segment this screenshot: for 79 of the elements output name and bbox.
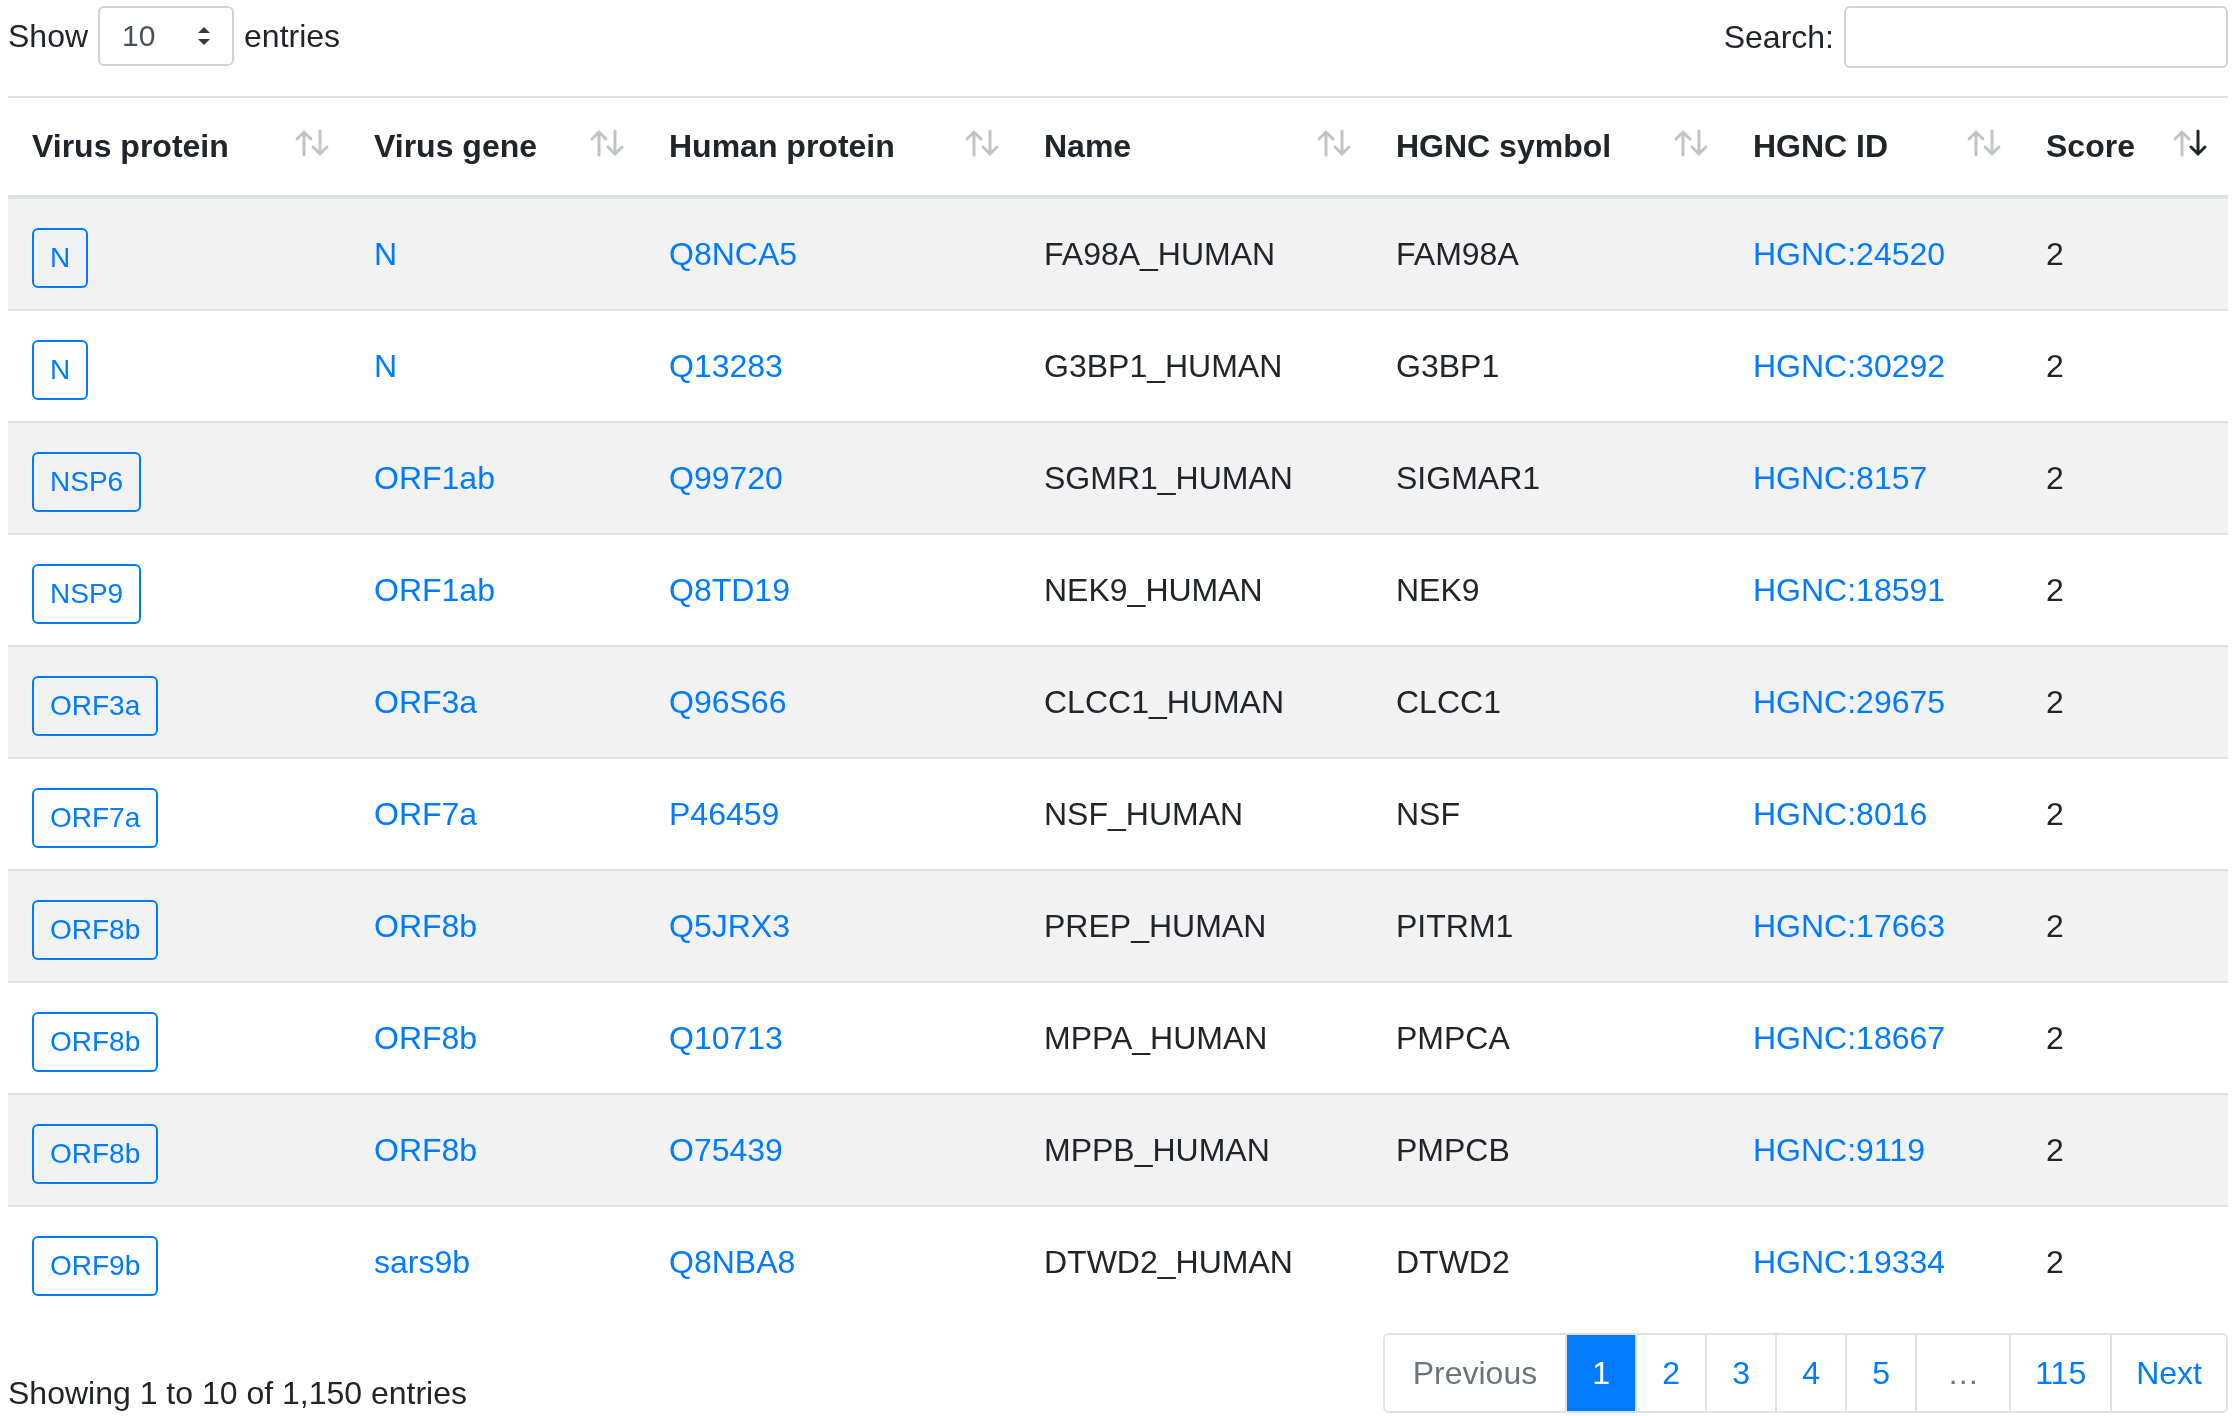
table-cell: NEK9_HUMAN — [1044, 571, 1263, 608]
hgnc-id-link[interactable]: HGNC:18667 — [1753, 1019, 1946, 1056]
gene-link[interactable]: N — [374, 235, 398, 272]
protein-link[interactable]: P46459 — [669, 795, 780, 832]
gene-link[interactable]: sars9b — [374, 1243, 471, 1280]
gene-link[interactable]: N — [374, 347, 398, 384]
protein-link[interactable]: Q8TD19 — [669, 571, 790, 608]
table-cell: CLCC1_HUMAN — [1044, 683, 1285, 720]
table-cell: 2 — [2046, 1131, 2064, 1168]
hgnc-id-link[interactable]: HGNC:29675 — [1753, 683, 1946, 720]
protein-button[interactable]: ORF8b — [32, 1124, 159, 1184]
hgnc-id-link[interactable]: HGNC:17663 — [1753, 907, 1946, 944]
table-cell: SIGMAR1 — [1396, 459, 1541, 496]
table-cell: NEK9 — [1396, 571, 1480, 608]
table-cell: 2 — [2046, 347, 2064, 384]
protein-button[interactable]: ORF3a — [32, 676, 159, 736]
hgnc-id-link[interactable]: HGNC:8157 — [1753, 459, 1928, 496]
gene-link[interactable]: ORF3a — [374, 683, 478, 720]
gene-link[interactable]: ORF1ab — [374, 459, 495, 496]
table-cell: FA98A_HUMAN — [1044, 235, 1276, 272]
gene-link[interactable]: ORF8b — [374, 1131, 478, 1168]
protein-button[interactable]: ORF8b — [32, 1012, 159, 1072]
hgnc-id-link[interactable]: HGNC:19334 — [1753, 1243, 1946, 1280]
table-cell: 2 — [2046, 571, 2064, 608]
table-cell: FAM98A — [1396, 235, 1519, 272]
gene-link[interactable]: ORF8b — [374, 907, 478, 944]
table-cell: CLCC1 — [1396, 683, 1501, 720]
table-cell: 2 — [2046, 907, 2064, 944]
table-cell: 2 — [2046, 235, 2064, 272]
protein-link[interactable]: Q5JRX3 — [669, 907, 790, 944]
chevron-up-down-icon — [196, 24, 213, 48]
show-label: Show — [8, 17, 89, 55]
hgnc-id-link[interactable]: HGNC:18591 — [1753, 571, 1946, 608]
search-label: Search: — [1723, 18, 1834, 56]
table-cell: DTWD2_HUMAN — [1044, 1243, 1293, 1280]
table-cell: PREP_HUMAN — [1044, 907, 1267, 944]
table-cell: MPPB_HUMAN — [1044, 1131, 1270, 1168]
table-cell: 2 — [2046, 1019, 2064, 1056]
gene-link[interactable]: ORF1ab — [374, 571, 495, 608]
page-button[interactable]: 1 — [1565, 1335, 1636, 1411]
table-cell: SGMR1_HUMAN — [1044, 459, 1293, 496]
protein-link[interactable]: Q13283 — [669, 347, 783, 384]
protein-button[interactable]: ORF7a — [32, 788, 159, 848]
table-cell: 2 — [2046, 683, 2064, 720]
table-cell: G3BP1 — [1396, 347, 1500, 384]
protein-button[interactable]: N — [32, 228, 89, 288]
hgnc-id-link[interactable]: HGNC:9119 — [1753, 1131, 1925, 1168]
protein-link[interactable]: Q8NCA5 — [669, 235, 798, 272]
protein-link[interactable]: O75439 — [669, 1131, 783, 1168]
table-cell: 2 — [2046, 459, 2064, 496]
entries-label: entries — [244, 17, 341, 55]
hgnc-id-link[interactable]: HGNC:8016 — [1753, 795, 1928, 832]
entries-select[interactable]: 10 — [98, 6, 235, 66]
protein-button[interactable]: ORF9b — [32, 1236, 159, 1296]
protein-link[interactable]: Q10713 — [669, 1019, 783, 1056]
entries-info: Showing 1 to 10 of 1,150 entries — [8, 1375, 467, 1412]
gene-link[interactable]: ORF8b — [374, 1019, 478, 1056]
table-cell: NSF — [1396, 795, 1460, 832]
table-cell: PMPCA — [1396, 1019, 1510, 1056]
gene-link[interactable]: ORF7a — [374, 795, 478, 832]
protein-link[interactable]: Q8NBA8 — [669, 1243, 796, 1280]
table-cell: MPPA_HUMAN — [1044, 1019, 1268, 1056]
table-cell: G3BP1_HUMAN — [1044, 347, 1283, 384]
protein-button[interactable]: ORF8b — [32, 900, 159, 960]
table-cell: NSF_HUMAN — [1044, 795, 1244, 832]
protein-link[interactable]: Q96S66 — [669, 683, 787, 720]
search-field[interactable] — [1844, 6, 2228, 68]
hgnc-id-link[interactable]: HGNC:30292 — [1753, 347, 1946, 384]
table-cell: PMPCB — [1396, 1131, 1510, 1168]
protein-button[interactable]: N — [32, 340, 89, 400]
table-cell: DTWD2 — [1396, 1243, 1510, 1280]
protein-button[interactable]: NSP6 — [32, 452, 142, 512]
hgnc-id-link[interactable]: HGNC:24520 — [1753, 235, 1946, 272]
next-button[interactable]: Next — [2110, 1335, 2226, 1411]
table-cell: 2 — [2046, 795, 2064, 832]
table-cell: 2 — [2046, 1243, 2064, 1280]
protein-link[interactable]: Q99720 — [669, 459, 783, 496]
table-cell: PITRM1 — [1396, 907, 1514, 944]
protein-button[interactable]: NSP9 — [32, 564, 142, 624]
